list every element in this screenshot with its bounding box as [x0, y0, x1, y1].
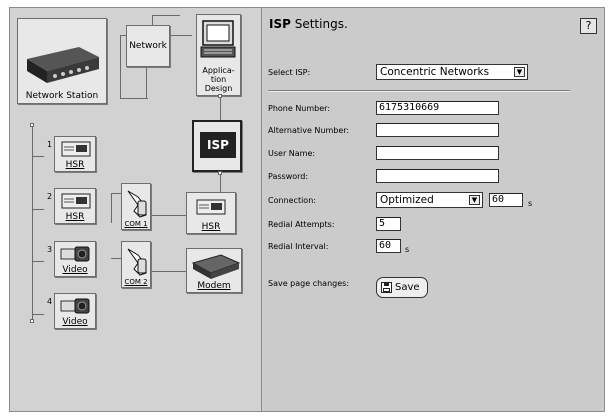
slot-1-label: HSR	[65, 160, 85, 170]
connector-line	[150, 215, 186, 216]
isp-settings-panel: ISP Settings. ? Select ISP: Concentric N…	[261, 7, 605, 412]
chevron-down-icon[interactable]: ▼	[469, 195, 480, 205]
connection-value: Optimized	[380, 194, 434, 206]
slot-number: 3	[47, 245, 53, 254]
network-node[interactable]: Network	[126, 25, 170, 67]
select-isp-label: Select ISP:	[268, 68, 311, 77]
select-isp-dropdown[interactable]: Concentric Networks ▼	[376, 64, 528, 80]
video-camera-icon	[60, 298, 90, 314]
connector-tip	[218, 171, 222, 175]
connector-tip	[30, 123, 34, 127]
app-window: Network Station Network Applica- tion De…	[0, 0, 614, 420]
slot-number: 1	[47, 140, 53, 149]
connection-dropdown[interactable]: Optimized ▼	[376, 192, 483, 208]
user-name-label: User Name:	[268, 149, 316, 158]
page-title-bold: ISP	[269, 17, 291, 31]
connector-line	[150, 271, 186, 272]
alternative-number-field[interactable]	[376, 123, 499, 137]
com1-label: COM 1	[124, 220, 148, 228]
slot-number: 4	[47, 297, 53, 306]
save-button[interactable]: Save	[376, 277, 428, 298]
connector-line	[152, 15, 180, 16]
seconds-unit: s	[405, 245, 410, 254]
phone-number-label: Phone Number:	[268, 104, 331, 113]
phone-number-field[interactable]: 6175310669	[376, 101, 499, 115]
serial-port-icon	[127, 190, 147, 218]
save-changes-label: Save page changes:	[268, 279, 350, 288]
serial-port-icon	[127, 248, 147, 276]
network-label: Network	[129, 41, 167, 51]
connector-line	[32, 261, 44, 262]
connector-line	[111, 193, 112, 223]
slot-1-hsr-node[interactable]: HSR	[54, 136, 96, 172]
com2-label: COM 2	[124, 278, 148, 286]
connector-line	[111, 193, 121, 194]
com2-node[interactable]: COM 2	[121, 241, 151, 288]
application-design-label: Applica- tion Design	[197, 66, 240, 93]
password-label: Password:	[268, 172, 309, 181]
modem-label: Modem	[197, 281, 231, 291]
slot-3-video-node[interactable]: Video	[54, 241, 96, 277]
slot-number: 2	[47, 192, 53, 201]
hsr-node[interactable]: HSR	[186, 192, 236, 234]
modem-node[interactable]: Modem	[186, 248, 242, 293]
connector-line	[32, 156, 44, 157]
user-name-field[interactable]	[376, 146, 499, 160]
slot-4-label: Video	[62, 317, 88, 327]
connector-line	[170, 35, 192, 36]
alternative-number-label: Alternative Number:	[268, 126, 350, 135]
separator	[268, 90, 570, 92]
connector-line	[32, 209, 44, 210]
redial-attempts-field[interactable]: 5	[376, 217, 401, 231]
application-design-label-line: Applica-	[202, 66, 235, 75]
hsr-device-icon	[61, 193, 91, 209]
select-isp-value: Concentric Networks	[380, 66, 490, 78]
hsr-label: HSR	[201, 222, 221, 232]
slot-2-label: HSR	[65, 212, 85, 222]
network-station-icon	[27, 47, 99, 83]
connector-line	[120, 35, 121, 98]
redial-interval-label: Redial Interval:	[268, 242, 329, 251]
topology-panel: Network Station Network Applica- tion De…	[9, 7, 261, 412]
application-design-label-line: tion	[210, 75, 227, 84]
network-station-label: Network Station	[25, 91, 99, 101]
help-button[interactable]: ?	[580, 18, 597, 34]
connection-label: Connection:	[268, 196, 316, 205]
video-camera-icon	[60, 246, 90, 262]
network-station-node[interactable]: Network Station	[17, 18, 107, 104]
hsr-device-icon	[61, 141, 91, 157]
connector-line	[111, 258, 121, 259]
slot-3-label: Video	[62, 265, 88, 275]
connector-tip	[218, 94, 222, 98]
connector-tip	[30, 319, 34, 323]
page-title: ISP Settings.	[269, 17, 348, 31]
chevron-down-icon[interactable]: ▼	[514, 67, 525, 77]
isp-node[interactable]: ISP	[192, 120, 242, 172]
application-design-label-line: Design	[204, 84, 233, 93]
connector-line	[32, 314, 44, 315]
isp-label: ISP	[200, 132, 236, 158]
floppy-disk-icon	[381, 282, 392, 293]
redial-attempts-label: Redial Attempts:	[268, 220, 335, 229]
connector-line	[120, 98, 148, 99]
seconds-unit: s	[528, 199, 533, 208]
page-title-rest: Settings.	[290, 17, 348, 31]
password-field[interactable]	[376, 169, 499, 183]
modem-icon	[191, 254, 241, 279]
slot-2-hsr-node[interactable]: HSR	[54, 188, 96, 224]
computer-icon	[200, 20, 236, 58]
com1-node[interactable]: COM 1	[121, 183, 151, 230]
hsr-device-icon	[196, 199, 226, 215]
save-button-label: Save	[395, 282, 420, 293]
application-design-node[interactable]: Applica- tion Design	[196, 14, 241, 96]
redial-interval-field[interactable]: 60	[376, 239, 401, 253]
connection-seconds-field[interactable]: 60	[489, 193, 523, 207]
slot-4-video-node[interactable]: Video	[54, 293, 96, 329]
